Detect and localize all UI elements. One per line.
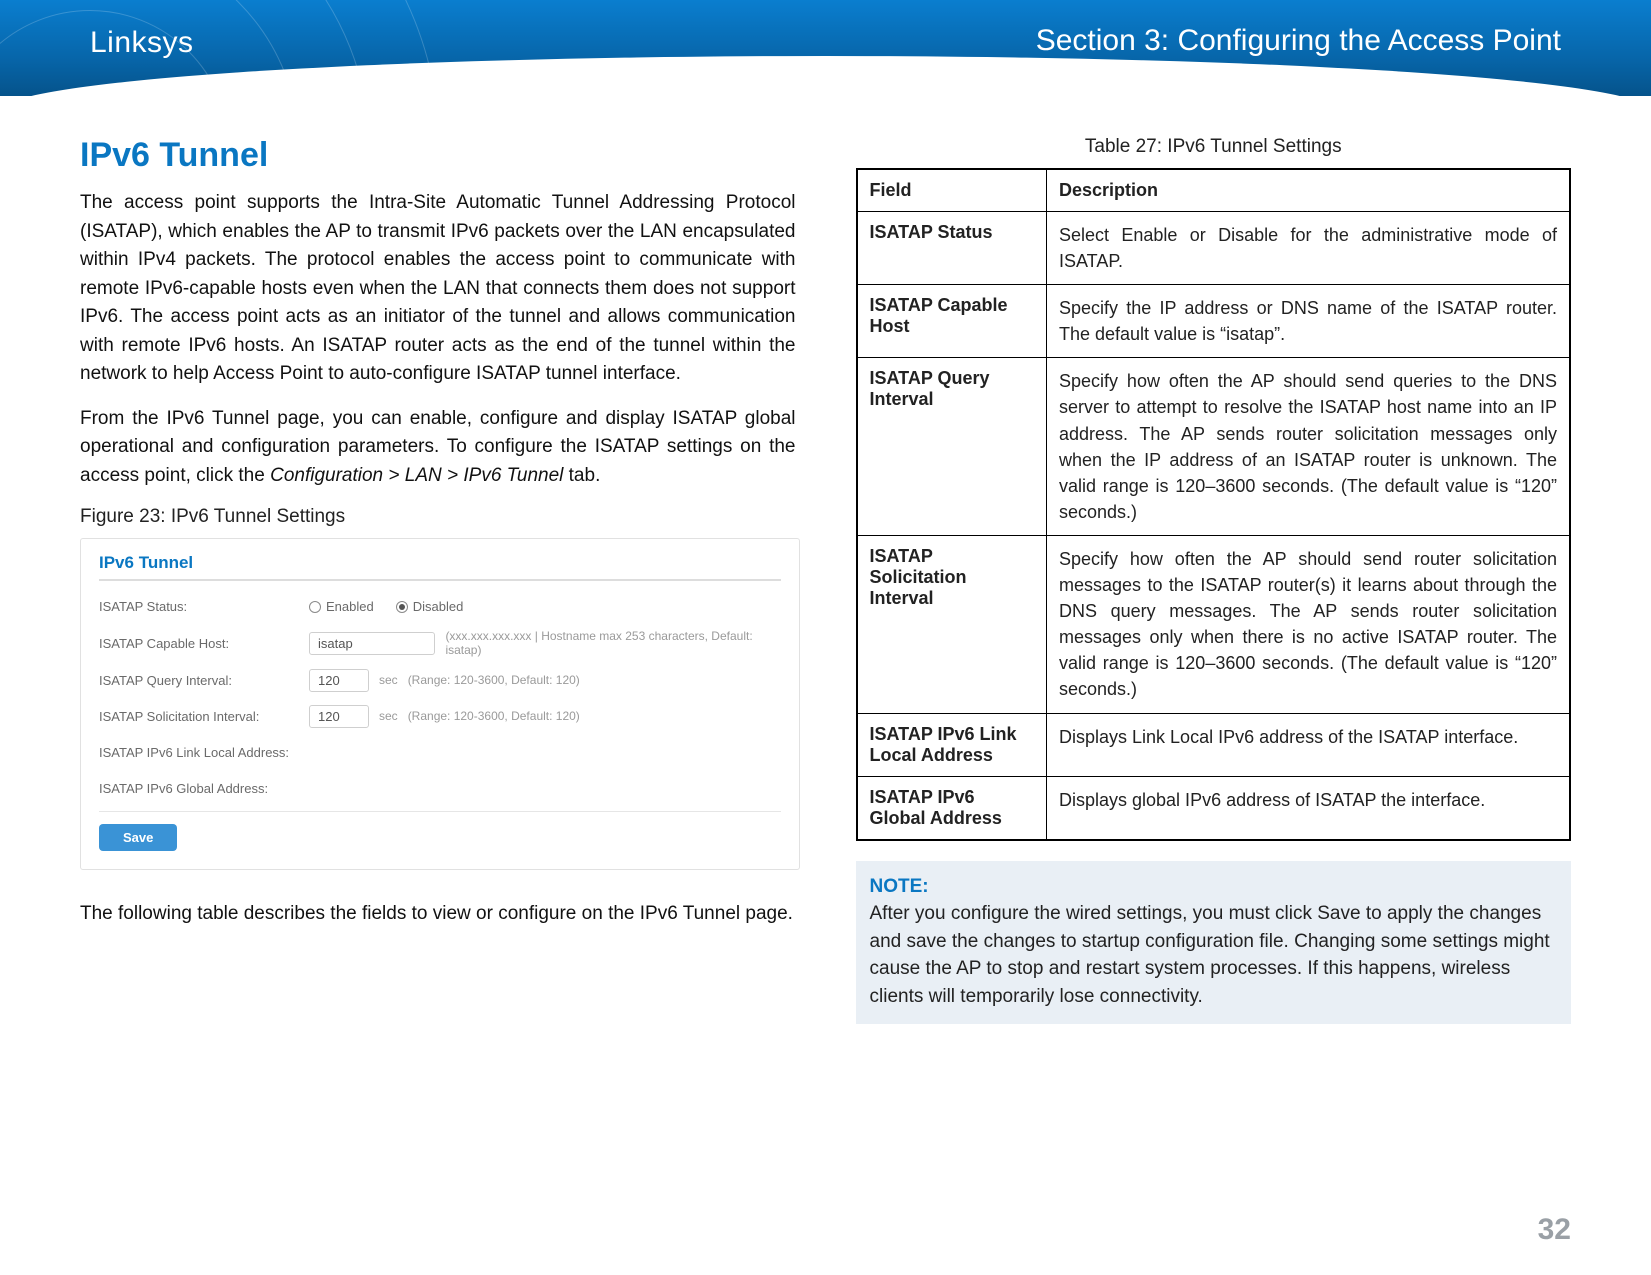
cell-field: ISATAP Capable Host	[857, 285, 1047, 358]
page-heading: IPv6 Tunnel	[80, 136, 796, 175]
cell-desc: Displays global IPv6 address of ISATAP t…	[1047, 776, 1571, 840]
row-isatap-status: ISATAP Status: Enabled Disabled	[99, 593, 781, 619]
left-column: IPv6 Tunnel The access point supports th…	[80, 136, 796, 1024]
settings-table: Field Description ISATAP Status Select E…	[856, 168, 1572, 841]
note-box: NOTE: After you configure the wired sett…	[856, 861, 1572, 1025]
table-row: ISATAP IPv6 Global Address Displays glob…	[857, 776, 1571, 840]
intro-paragraph-1: The access point supports the Intra-Site…	[80, 189, 796, 389]
row-query-interval: ISATAP Query Interval: 120 sec (Range: 1…	[99, 667, 781, 693]
lead-in-paragraph: The following table describes the fields…	[80, 900, 796, 929]
brand-name: Linksys	[90, 26, 194, 60]
table-row: ISATAP Solicitation Interval Specify how…	[857, 535, 1571, 713]
document-page: Linksys Section 3: Configuring the Acces…	[0, 0, 1651, 1275]
row-solicitation-interval: ISATAP Solicitation Interval: 120 sec (R…	[99, 703, 781, 729]
cell-desc: Specify the IP address or DNS name of th…	[1047, 285, 1571, 358]
unit-solicitation-interval: sec	[379, 709, 398, 723]
intro-paragraph-2: From the IPv6 Tunnel page, you can enabl…	[80, 405, 796, 491]
figure-caption: Figure 23: IPv6 Tunnel Settings	[80, 506, 796, 528]
th-field: Field	[857, 169, 1047, 212]
shot-divider	[99, 579, 781, 581]
cell-field: ISATAP IPv6 Link Local Address	[857, 713, 1047, 776]
table-row: ISATAP Status Select Enable or Disable f…	[857, 212, 1571, 285]
row-capable-host: ISATAP Capable Host: isatap (xxx.xxx.xxx…	[99, 629, 781, 657]
cell-field: ISATAP IPv6 Global Address	[857, 776, 1047, 840]
shot-divider-2	[99, 811, 781, 812]
intro-p2-path: Configuration > LAN > IPv6 Tunnel	[270, 465, 563, 486]
note-label: NOTE:	[870, 876, 929, 897]
note-body: After you configure the wired settings, …	[870, 903, 1550, 1007]
label-link-local: ISATAP IPv6 Link Local Address:	[99, 745, 309, 760]
content-columns: IPv6 Tunnel The access point supports th…	[80, 136, 1571, 1024]
row-global-addr: ISATAP IPv6 Global Address:	[99, 775, 781, 801]
table-row: ISATAP Query Interval Specify how often …	[857, 358, 1571, 536]
table-row: ISATAP IPv6 Link Local Address Displays …	[857, 713, 1571, 776]
cell-desc: Specify how often the AP should send que…	[1047, 358, 1571, 536]
label-capable-host: ISATAP Capable Host:	[99, 636, 309, 651]
right-column: Table 27: IPv6 Tunnel Settings Field Des…	[856, 136, 1572, 1024]
save-button[interactable]: Save	[99, 824, 177, 851]
hint-capable-host: (xxx.xxx.xxx.xxx | Hostname max 253 char…	[445, 629, 781, 657]
cell-desc: Specify how often the AP should send rou…	[1047, 535, 1571, 713]
hint-query-interval: (Range: 120-3600, Default: 120)	[408, 673, 580, 687]
table-caption: Table 27: IPv6 Tunnel Settings	[856, 136, 1572, 158]
cell-field: ISATAP Status	[857, 212, 1047, 285]
table-header-row: Field Description	[857, 169, 1571, 212]
cell-desc: Select Enable or Disable for the adminis…	[1047, 212, 1571, 285]
ipv6-tunnel-screenshot: IPv6 Tunnel ISATAP Status: Enabled Disab…	[80, 538, 800, 870]
label-solicitation-interval: ISATAP Solicitation Interval:	[99, 709, 309, 724]
cell-desc: Displays Link Local IPv6 address of the …	[1047, 713, 1571, 776]
table-row: ISATAP Capable Host Specify the IP addre…	[857, 285, 1571, 358]
label-isatap-status: ISATAP Status:	[99, 599, 309, 614]
input-capable-host[interactable]: isatap	[309, 632, 435, 655]
decorative-arcs	[0, 0, 440, 96]
input-query-interval[interactable]: 120	[309, 669, 369, 692]
radio-disabled[interactable]: Disabled	[396, 599, 464, 614]
label-query-interval: ISATAP Query Interval:	[99, 673, 309, 688]
hint-solicitation-interval: (Range: 120-3600, Default: 120)	[408, 709, 580, 723]
shot-title: IPv6 Tunnel	[99, 553, 781, 573]
cell-field: ISATAP Solicitation Interval	[857, 535, 1047, 713]
unit-query-interval: sec	[379, 673, 398, 687]
header-banner: Linksys Section 3: Configuring the Acces…	[0, 0, 1651, 96]
intro-p2-post: tab.	[563, 465, 600, 486]
section-title: Section 3: Configuring the Access Point	[1036, 24, 1561, 58]
page-number: 32	[1538, 1213, 1571, 1247]
radio-enabled[interactable]: Enabled	[309, 599, 374, 614]
input-solicitation-interval[interactable]: 120	[309, 705, 369, 728]
th-description: Description	[1047, 169, 1571, 212]
row-link-local: ISATAP IPv6 Link Local Address:	[99, 739, 781, 765]
cell-field: ISATAP Query Interval	[857, 358, 1047, 536]
label-global-addr: ISATAP IPv6 Global Address:	[99, 781, 309, 796]
